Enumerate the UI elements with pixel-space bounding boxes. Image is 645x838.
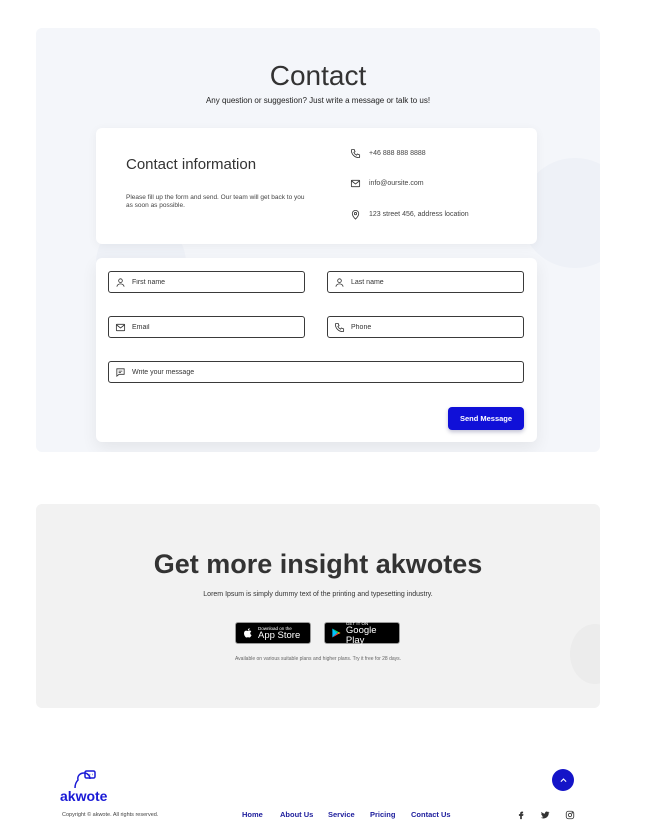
footer-nav-about-us[interactable]: About Us xyxy=(280,810,313,819)
insight-section: Get more insight akwotes Lorem Ipsum is … xyxy=(36,504,600,708)
chat-bubble-icon xyxy=(116,367,125,377)
decorative-circle xyxy=(570,624,600,684)
message-input[interactable] xyxy=(132,368,523,376)
contact-subtitle: Any question or suggestion? Just write a… xyxy=(205,96,431,105)
footer-nav-service[interactable]: Service xyxy=(328,810,355,819)
first-name-field[interactable] xyxy=(108,271,305,293)
app-store-big-text: App Store xyxy=(258,629,301,641)
app-store-button[interactable]: Download on the App Store xyxy=(235,622,311,644)
google-play-icon xyxy=(332,628,341,638)
contact-email[interactable]: info@oursite.com xyxy=(350,178,424,189)
chevron-up-icon xyxy=(559,777,567,782)
scroll-to-top-button[interactable] xyxy=(552,769,574,791)
contact-info-card: Contact information Please fill up the f… xyxy=(96,128,537,244)
contact-title: Contact xyxy=(269,60,367,91)
message-field[interactable] xyxy=(108,361,524,383)
akwote-logo[interactable]: akwote xyxy=(60,770,110,804)
contact-address: 123 street 456, address location xyxy=(350,209,469,220)
phone-input[interactable] xyxy=(351,323,523,331)
first-name-input[interactable] xyxy=(132,278,304,286)
twitter-icon[interactable] xyxy=(540,810,550,820)
insight-note: Available on various suitable plans and … xyxy=(234,656,402,662)
footer-nav-contact-us[interactable]: Contact Us xyxy=(411,810,451,819)
phone-icon xyxy=(350,148,361,159)
email-field[interactable] xyxy=(108,316,305,338)
footer-nav-pricing[interactable]: Pricing xyxy=(370,810,395,819)
contact-email-text: info@oursite.com xyxy=(369,180,424,187)
chat-head-icon xyxy=(74,770,96,789)
facebook-icon[interactable] xyxy=(516,810,526,820)
instagram-icon[interactable] xyxy=(565,810,575,820)
copyright-text: Copyright © akwote. All rights reserved. xyxy=(62,812,159,818)
contact-info-description: Please fill up the form and send. Our te… xyxy=(126,194,305,209)
user-icon xyxy=(116,277,125,287)
contact-info-title: Contact information xyxy=(126,156,257,173)
insight-subtitle: Lorem Ipsum is simply dummy text of the … xyxy=(203,591,433,598)
insight-title: Get more insight akwotes xyxy=(153,549,483,579)
google-play-button[interactable]: GET IT ON Google Play xyxy=(324,621,400,646)
contact-phone[interactable]: +46 888 888 8888 xyxy=(350,148,426,159)
google-play-label: GET IT ON Google Play xyxy=(346,621,393,646)
email-input[interactable] xyxy=(132,323,304,331)
contact-address-text: 123 street 456, address location xyxy=(369,211,469,218)
logo-text: akwote xyxy=(60,788,108,804)
last-name-field[interactable] xyxy=(327,271,524,293)
contact-form: Send Message xyxy=(96,258,537,442)
google-play-big-text: Google Play xyxy=(345,624,377,646)
phone-field[interactable] xyxy=(327,316,524,338)
contact-phone-text: +46 888 888 8888 xyxy=(369,150,426,157)
mail-icon xyxy=(115,323,126,331)
phone-icon xyxy=(334,322,345,332)
last-name-input[interactable] xyxy=(351,278,523,286)
mail-icon xyxy=(350,179,361,188)
send-message-button[interactable]: Send Message xyxy=(448,407,524,430)
location-pin-icon xyxy=(351,210,360,220)
contact-section: Contact Any question or suggestion? Just… xyxy=(36,28,600,452)
user-icon xyxy=(335,277,344,287)
apple-icon xyxy=(244,628,252,638)
footer-nav-home[interactable]: Home xyxy=(242,810,263,819)
app-store-label: Download on the App Store xyxy=(258,626,300,641)
